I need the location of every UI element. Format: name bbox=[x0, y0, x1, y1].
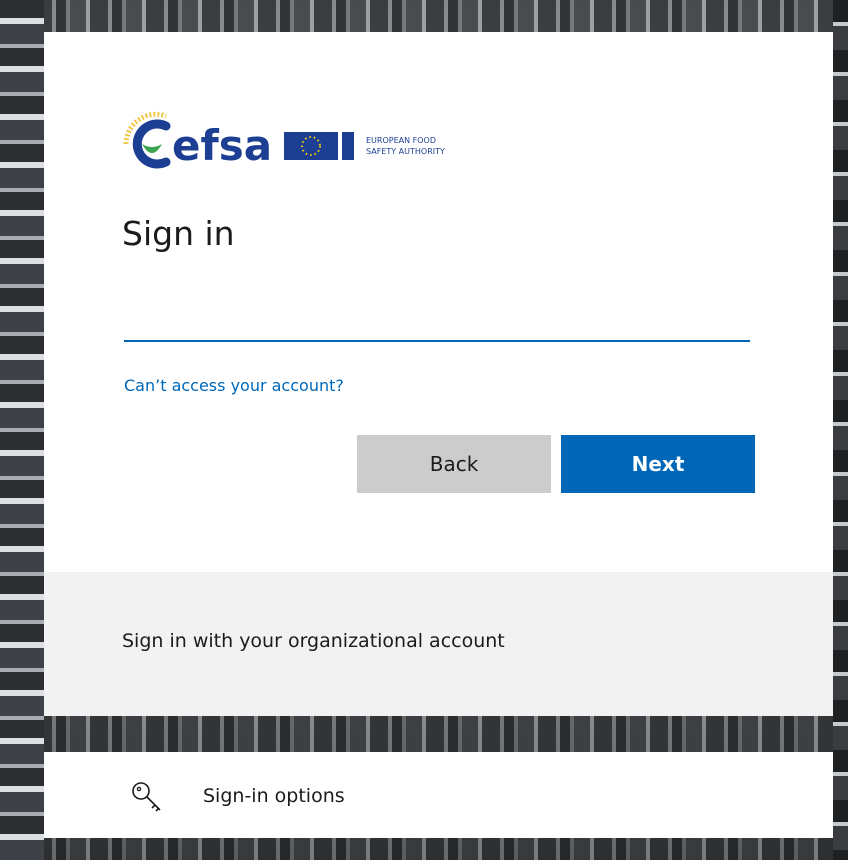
efsa-tagline-line1: EUROPEAN FOOD bbox=[366, 136, 436, 145]
background-edge-right bbox=[833, 0, 848, 860]
eu-flag-icon bbox=[284, 132, 338, 160]
efsa-logo: efsa EUROPEAN FOOD SAFETY AUTHORITY bbox=[123, 111, 445, 170]
cant-access-account-link[interactable]: Can’t access your account? bbox=[124, 376, 344, 395]
email-field[interactable] bbox=[124, 302, 750, 342]
efsa-tagline-line2: SAFETY AUTHORITY bbox=[366, 147, 445, 156]
organizational-account-text: Sign in with your organizational account bbox=[122, 630, 505, 652]
signin-card-footer: Sign in with your organizational account bbox=[44, 572, 833, 716]
efsa-wordmark: efsa bbox=[172, 121, 272, 170]
signin-card-main: efsa EUROPEAN FOOD SAFETY AUTHORITY Sign… bbox=[44, 32, 833, 572]
signin-card: efsa EUROPEAN FOOD SAFETY AUTHORITY Sign… bbox=[44, 32, 833, 716]
sign-in-options-button[interactable]: Sign-in options bbox=[44, 752, 833, 838]
next-button[interactable]: Next bbox=[561, 435, 755, 493]
key-icon bbox=[132, 782, 161, 812]
back-button[interactable]: Back bbox=[357, 435, 551, 493]
page-title: Sign in bbox=[122, 214, 235, 253]
sign-in-options-label: Sign-in options bbox=[203, 785, 345, 807]
background-edge-left bbox=[0, 0, 44, 860]
